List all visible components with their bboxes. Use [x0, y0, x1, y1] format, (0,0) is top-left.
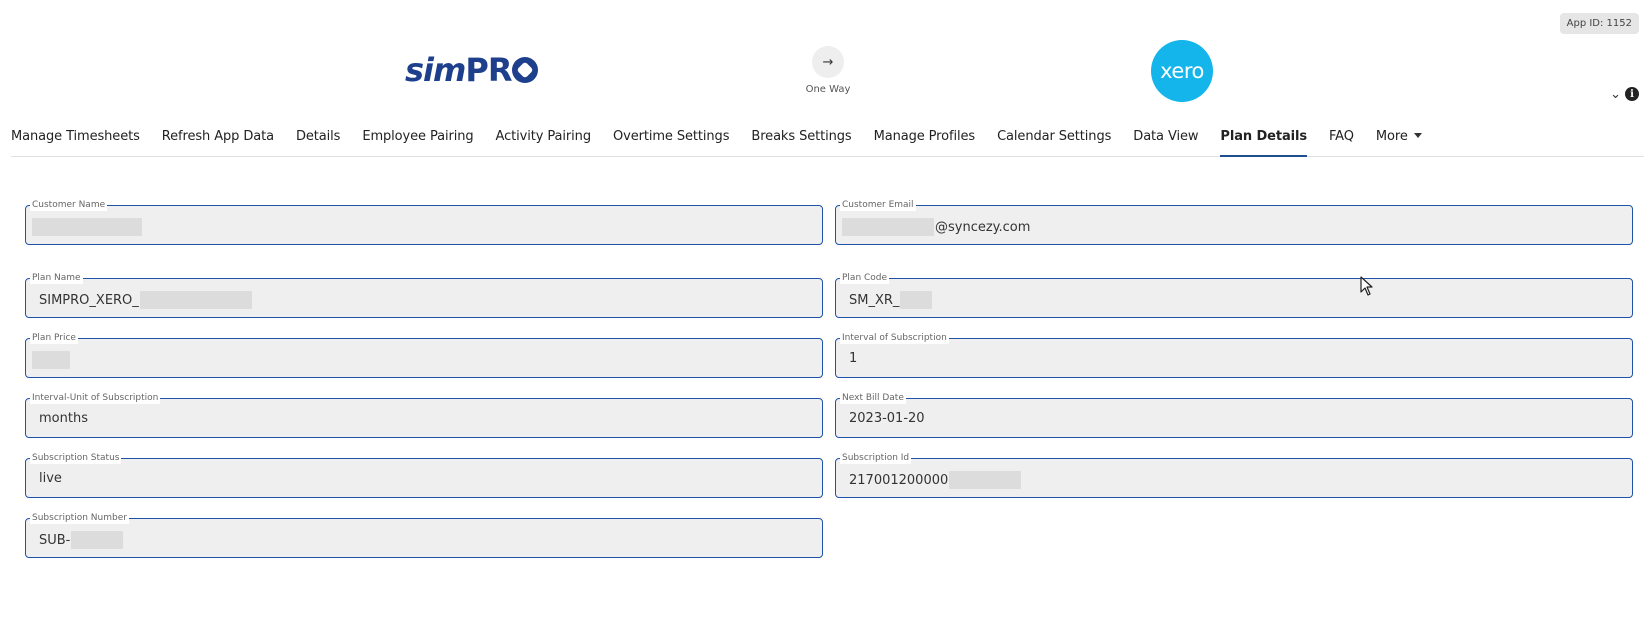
- subscription-id-value: 217001200000: [849, 472, 949, 488]
- corner-icons: ⌄ i: [1610, 87, 1639, 101]
- subscription-status-field[interactable]: Subscription Status live: [25, 452, 823, 498]
- plan-code-field[interactable]: Plan Code SM_XR_: [835, 272, 1633, 318]
- subscription-status-label: Subscription Status: [30, 452, 122, 464]
- redacted-value: [900, 291, 933, 309]
- customer-email-label: Customer Email: [840, 199, 916, 211]
- interval-label: Interval of Subscription: [840, 332, 949, 344]
- next-bill-date-value: 2023-01-20: [849, 411, 925, 426]
- tab-details[interactable]: Details: [296, 124, 340, 157]
- plan-price-label: Plan Price: [30, 332, 78, 344]
- tab-employee-pairing[interactable]: Employee Pairing: [362, 124, 473, 157]
- simpro-logo: sim PR: [405, 50, 539, 90]
- plan-name-label: Plan Name: [30, 272, 83, 284]
- plan-code-value: SM_XR_: [849, 292, 900, 308]
- tab-more-label: More: [1375, 129, 1408, 144]
- plan-name-value: SIMPRO_XERO_: [39, 292, 139, 308]
- tab-more[interactable]: More: [1376, 124, 1422, 157]
- xero-logo: xero: [1151, 40, 1213, 102]
- sync-direction-label: One Way: [805, 84, 851, 95]
- tab-manage-profiles[interactable]: Manage Profiles: [874, 124, 976, 157]
- customer-email-value: @syncezy.com: [935, 219, 1031, 235]
- plan-price-field[interactable]: Plan Price: [25, 332, 823, 378]
- subscription-status-value: live: [39, 471, 62, 486]
- tab-faq[interactable]: FAQ: [1329, 124, 1354, 157]
- interval-field[interactable]: Interval of Subscription 1: [835, 332, 1633, 378]
- redacted-value: [842, 218, 934, 236]
- app-id-badge: App ID: 1152: [1559, 13, 1639, 34]
- nav-tabs: Manage Timesheets Refresh App Data Detai…: [11, 124, 1644, 157]
- plan-name-field[interactable]: Plan Name SIMPRO_XERO_: [25, 272, 823, 318]
- redacted-value: [32, 351, 70, 369]
- arrow-right-icon[interactable]: →: [812, 46, 844, 78]
- customer-email-field[interactable]: Customer Email @syncezy.com: [835, 199, 1633, 245]
- plan-code-label: Plan Code: [840, 272, 890, 284]
- tab-plan-details[interactable]: Plan Details: [1220, 124, 1307, 157]
- subscription-id-field[interactable]: Subscription Id 217001200000: [835, 452, 1633, 498]
- sync-direction: → One Way: [806, 46, 850, 95]
- mouse-cursor-icon: [1360, 276, 1373, 296]
- subscription-number-field[interactable]: Subscription Number SUB-: [25, 512, 823, 558]
- interval-unit-label: Interval-Unit of Subscription: [30, 392, 161, 404]
- tab-calendar-settings[interactable]: Calendar Settings: [997, 124, 1111, 157]
- simpro-logo-text-sim: sim: [405, 51, 466, 89]
- subscription-number-label: Subscription Number: [30, 512, 129, 524]
- next-bill-date-label: Next Bill Date: [840, 392, 906, 404]
- simpro-logo-text-pro: PR: [465, 51, 512, 89]
- redacted-value: [139, 291, 252, 309]
- simpro-logo-mark: [512, 57, 539, 83]
- collapse-icon[interactable]: ⌄: [1610, 88, 1621, 101]
- interval-unit-field[interactable]: Interval-Unit of Subscription months: [25, 392, 823, 438]
- subscription-id-label: Subscription Id: [840, 452, 912, 464]
- customer-name-field[interactable]: Customer Name: [25, 199, 823, 245]
- caret-down-icon: [1413, 133, 1422, 138]
- tab-data-view[interactable]: Data View: [1133, 124, 1198, 157]
- customer-name-label: Customer Name: [30, 199, 108, 211]
- tab-activity-pairing[interactable]: Activity Pairing: [496, 124, 592, 157]
- interval-unit-value: months: [39, 411, 88, 426]
- info-icon[interactable]: i: [1625, 87, 1639, 101]
- tab-breaks-settings[interactable]: Breaks Settings: [751, 124, 851, 157]
- redacted-value: [32, 218, 142, 236]
- interval-value: 1: [849, 351, 858, 366]
- next-bill-date-field[interactable]: Next Bill Date 2023-01-20: [835, 392, 1633, 438]
- tab-refresh-app-data[interactable]: Refresh App Data: [162, 124, 274, 157]
- tab-manage-timesheets[interactable]: Manage Timesheets: [11, 124, 140, 157]
- redacted-value: [949, 471, 1022, 489]
- redacted-value: [71, 531, 124, 549]
- subscription-number-value: SUB-: [39, 532, 71, 548]
- tab-overtime-settings[interactable]: Overtime Settings: [613, 124, 730, 157]
